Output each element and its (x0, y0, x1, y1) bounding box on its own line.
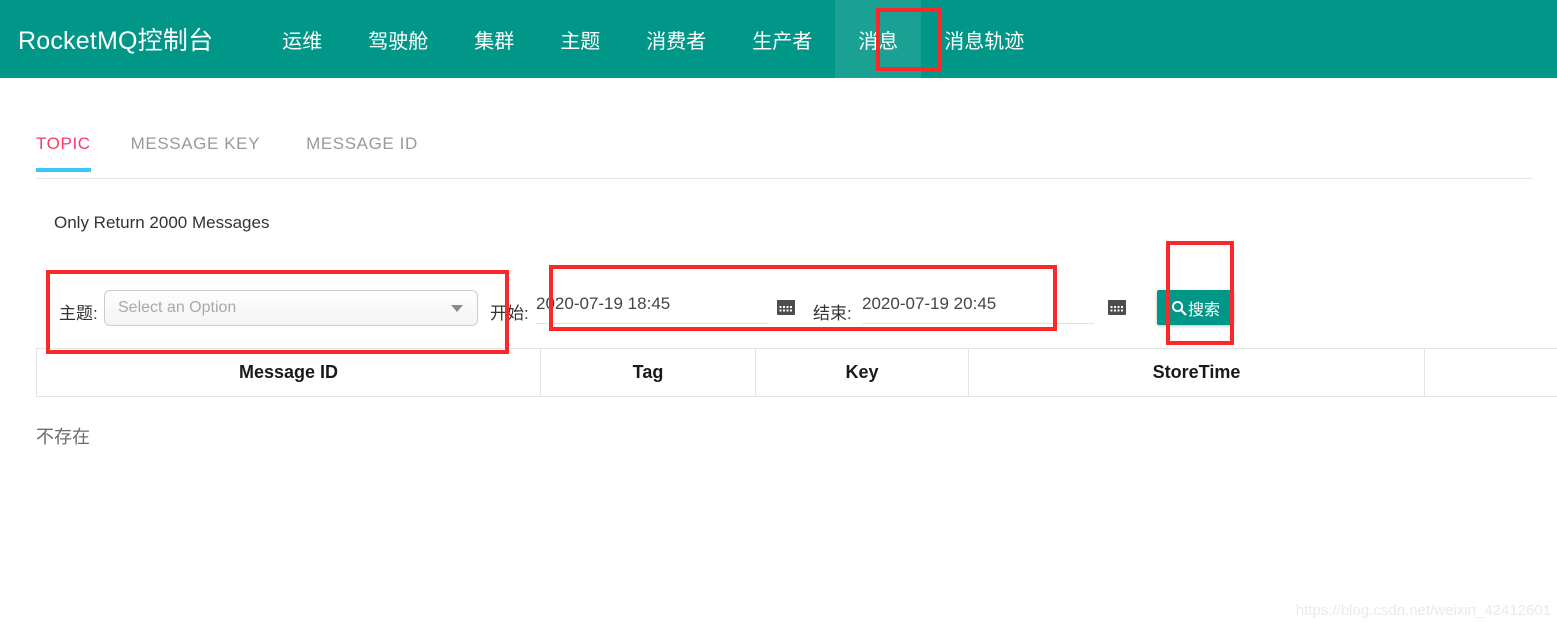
begin-time-input[interactable]: 2020-07-19 18:45 (536, 294, 768, 324)
end-time-label: 结束: (813, 304, 852, 323)
watermark: https://blog.csdn.net/weixin_42412601 (1295, 602, 1551, 619)
topic-label: 主题: (59, 304, 98, 323)
nav-item-consumer[interactable]: 消费者 (623, 0, 729, 78)
brand-title: RocketMQ控制台 (18, 27, 214, 55)
column-header-storetime[interactable]: StoreTime (969, 349, 1425, 396)
topic-select-placeholder: Select an Option (118, 299, 237, 316)
column-header-actions (1425, 349, 1557, 396)
tab-message-id[interactable]: MESSAGE ID (306, 128, 418, 172)
nav-item-dashboard[interactable]: 驾驶舱 (345, 0, 451, 78)
empty-state-message: 不存在 (36, 427, 90, 447)
result-limit-notice: Only Return 2000 Messages (54, 213, 270, 232)
calendar-icon[interactable] (776, 297, 796, 317)
search-button[interactable]: 搜索 (1157, 290, 1235, 325)
nav-item-ops[interactable]: 运维 (259, 0, 345, 78)
messages-table-header: Message ID Tag Key StoreTime (36, 348, 1557, 397)
search-icon (1171, 300, 1187, 316)
end-time-input[interactable]: 2020-07-19 20:45 (862, 294, 1094, 324)
column-header-message-id[interactable]: Message ID (36, 349, 541, 396)
nav-item-topic[interactable]: 主题 (537, 0, 623, 78)
column-header-key[interactable]: Key (756, 349, 969, 396)
top-navbar: RocketMQ控制台 运维 驾驶舱 集群 主题 消费者 生产者 消息 消息轨迹 (0, 0, 1557, 78)
topic-select[interactable]: Select an Option (104, 290, 478, 326)
tab-topic[interactable]: TOPIC (36, 128, 91, 172)
chevron-down-icon (451, 305, 463, 312)
column-header-tag[interactable]: Tag (541, 349, 756, 396)
calendar-icon[interactable] (1107, 297, 1127, 317)
nav-item-producer[interactable]: 生产者 (729, 0, 835, 78)
nav-item-message[interactable]: 消息 (835, 0, 922, 78)
filter-form: 主题: Select an Option 开始: 2020-07-19 18:4… (0, 290, 1557, 334)
begin-time-label: 开始: (490, 304, 529, 323)
tab-bar: TOPIC MESSAGE KEY MESSAGE ID (36, 128, 1533, 179)
nav-item-cluster[interactable]: 集群 (451, 0, 537, 78)
search-button-label: 搜索 (1188, 301, 1221, 319)
tab-message-key[interactable]: MESSAGE KEY (131, 128, 260, 172)
nav-item-message-trace[interactable]: 消息轨迹 (921, 0, 1047, 78)
